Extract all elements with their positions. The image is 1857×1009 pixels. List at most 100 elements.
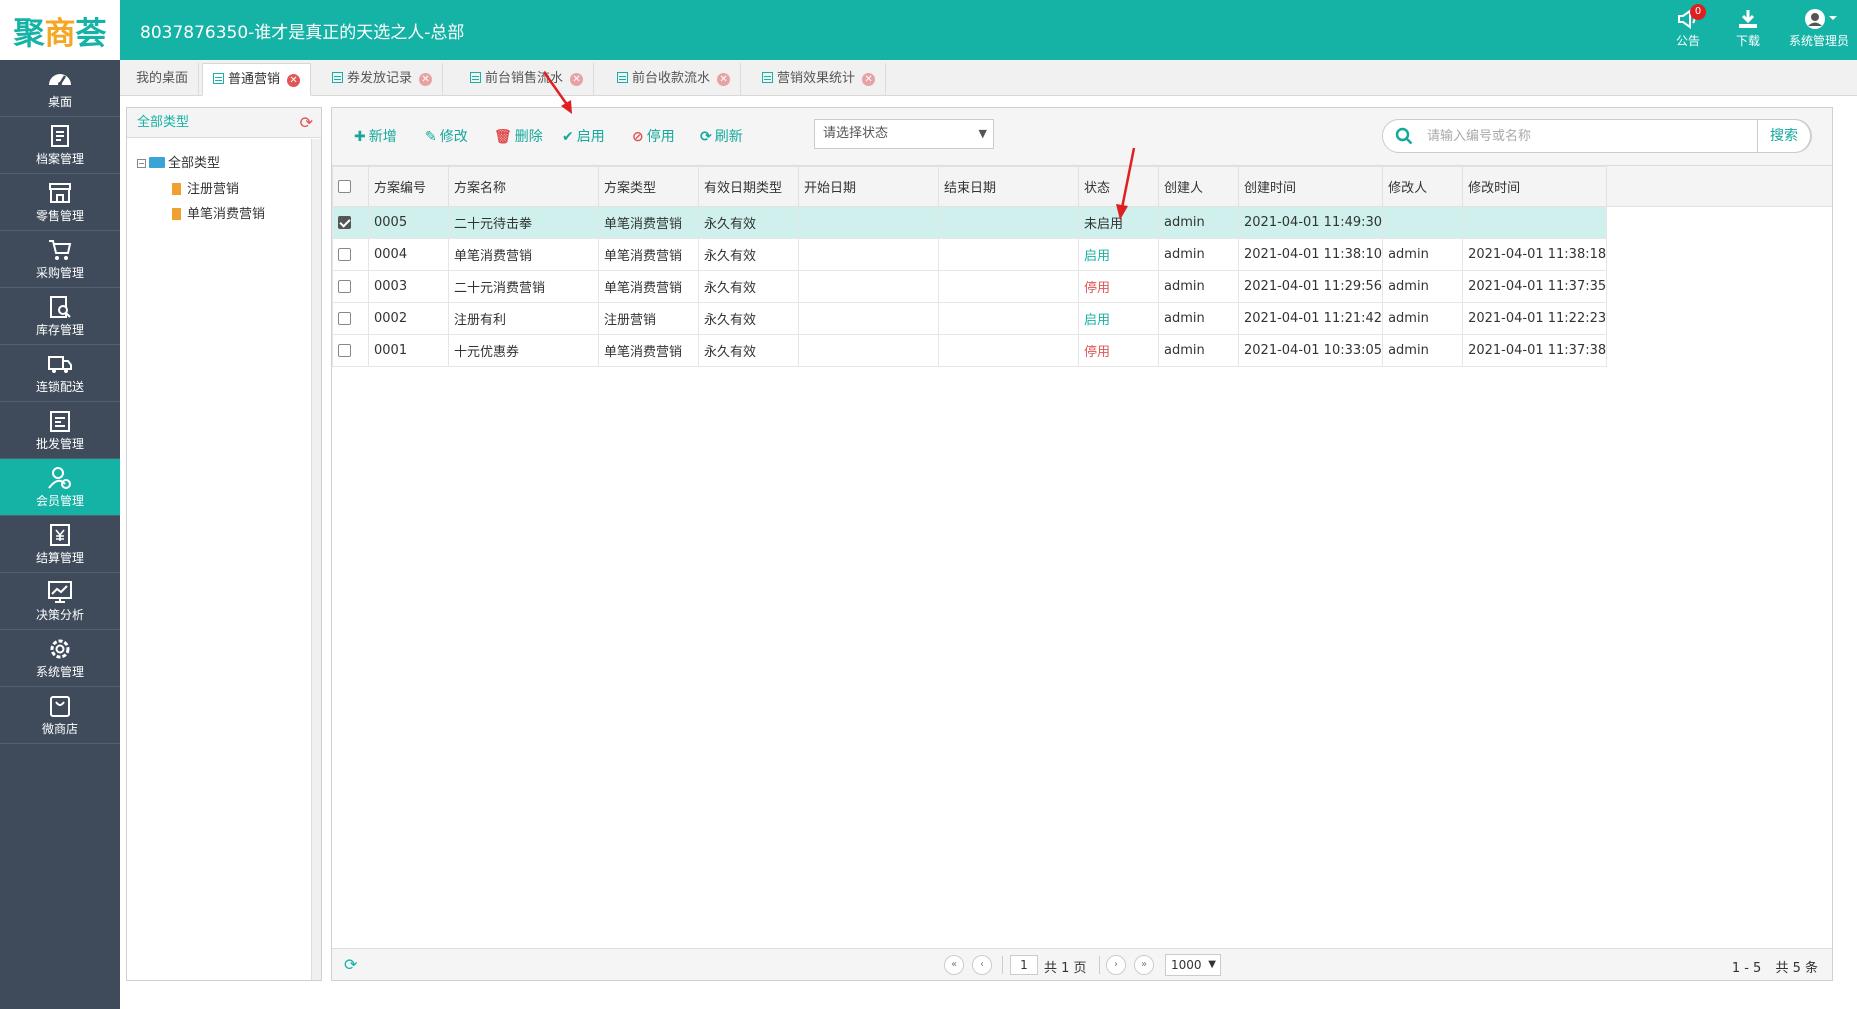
sidebar-item-system[interactable]: 系统管理 [0,630,120,687]
first-page-button[interactable]: « [944,955,964,975]
column-header[interactable]: 方案类型 [598,166,699,207]
shop-bag-icon [50,696,70,717]
next-page-button[interactable]: › [1106,955,1126,975]
notice-button[interactable]: 0 公告 [1658,4,1718,49]
page-size-select[interactable]: 1000 ▼ [1165,954,1221,976]
status-select[interactable]: 请选择状态 ▼ [814,119,994,149]
row-checkbox-cell[interactable] [332,334,369,367]
row-checkbox[interactable] [338,280,351,293]
delete-button[interactable]: 🗑 删除 [494,126,543,146]
sidebar-item-desktop[interactable]: 桌面 [0,60,120,117]
search-input[interactable] [1427,126,1727,146]
tree-scrollbar[interactable] [311,139,321,980]
sidebar-item-purchase[interactable]: 采购管理 [0,231,120,288]
cell-end [938,302,1079,335]
tree-node-register[interactable]: 注册营销 [172,178,239,197]
sidebar-item-settlement[interactable]: 结算管理 [0,516,120,573]
sidebar-item-analysis[interactable]: 决策分析 [0,573,120,630]
column-header[interactable]: 方案编号 [368,166,449,207]
cell-modified [1462,206,1608,239]
sidebar-item-distribution[interactable]: 连锁配送 [0,345,120,402]
cell-type: 单笔消费营销 [598,270,699,303]
tree-header: 全部类型 ⟳ [127,108,321,138]
close-icon[interactable]: ✕ [862,73,876,86]
tab-front-payments[interactable]: 前台收款流水 ✕ [607,63,742,96]
sidebar-item-microshop[interactable]: 微商店 [0,687,120,744]
sidebar-item-label: 库存管理 [35,323,84,337]
row-checkbox-cell[interactable] [332,270,369,303]
tree-header-label: 全部类型 [137,115,190,130]
row-checkbox-cell[interactable] [332,206,369,239]
prev-page-button[interactable]: ‹ [972,955,992,975]
enable-button[interactable]: ✔ 启用 [562,126,605,146]
column-header[interactable]: 创建人 [1158,166,1239,207]
trash-icon: 🗑 [494,129,512,145]
tab-my-desktop[interactable]: 我的桌面 [126,63,200,96]
row-checkbox[interactable] [338,248,351,261]
close-icon[interactable]: ✕ [287,74,301,87]
row-checkbox[interactable] [338,344,351,357]
sidebar-item-inventory[interactable]: 库存管理 [0,288,120,345]
column-header[interactable]: 开始日期 [798,166,939,207]
row-checkbox[interactable] [338,312,351,325]
avatar-icon [1805,9,1837,29]
analysis-icon [48,581,72,603]
app-logo[interactable]: 聚商荟 [0,0,120,60]
collapse-icon[interactable]: − [137,159,146,168]
select-all-cell[interactable] [332,166,369,207]
column-header[interactable]: 结束日期 [938,166,1079,207]
sidebar-item-retail[interactable]: 零售管理 [0,174,120,231]
edit-button[interactable]: ✎ 修改 [425,126,468,146]
logo-text-2: 商 [44,15,76,52]
table-row[interactable]: 0004 单笔消费营销 单笔消费营销 永久有效 启用 admin 2021-04-01 11… [332,238,1608,271]
edit-icon: ✎ [425,129,437,145]
select-all-checkbox[interactable] [338,180,351,193]
column-header[interactable]: 修改时间 [1462,166,1608,207]
refresh-icon[interactable]: ⟳ [300,108,313,138]
add-button[interactable]: ✚ 新增 [354,126,397,146]
tab-normal-marketing[interactable]: 普通营销 ✕ [202,63,312,96]
settlement-icon [50,524,70,546]
row-checkbox-cell[interactable] [332,302,369,335]
row-checkbox[interactable] [338,216,351,229]
search-button[interactable]: 搜索 [1757,119,1811,153]
sidebar-item-wholesale[interactable]: 批发管理 [0,402,120,459]
page-number-input[interactable]: 1 [1010,955,1038,975]
disable-button[interactable]: ⊘ 停用 [632,126,675,146]
close-icon[interactable]: ✕ [419,73,433,86]
refresh-icon[interactable]: ⟳ [344,955,357,974]
table-row[interactable]: 0003 二十元消费营销 单笔消费营销 永久有效 停用 admin 2021-04-01 1… [332,270,1608,303]
last-page-button[interactable]: » [1134,955,1154,975]
column-header[interactable]: 修改人 [1382,166,1464,207]
cart-icon [49,240,72,260]
sidebar-item-member[interactable]: 会员管理 [0,459,120,516]
download-button[interactable]: 下载 [1718,8,1778,49]
table-row[interactable]: 0001 十元优惠券 单笔消费营销 永久有效 停用 admin 2021-04-01 10:… [332,334,1608,367]
pager-divider [1099,956,1100,974]
table-body: 0005 二十元待击拳 单笔消费营销 永久有效 未启用 admin 2021-04-01 1… [332,206,1608,367]
table-row[interactable]: 0002 注册有利 注册营销 永久有效 启用 admin 2021-04-01 11:21:… [332,302,1608,335]
tree-node-single-consume[interactable]: 单笔消费营销 [172,203,265,222]
tab-coupon-records[interactable]: 券发放记录 ✕ [322,63,444,96]
row-checkbox-cell[interactable] [332,238,369,271]
column-header[interactable]: 方案名称 [448,166,599,207]
grid-header-filler [1600,166,1832,207]
close-icon[interactable]: ✕ [717,73,731,86]
cell-name: 二十元待击拳 [448,206,599,239]
inventory-icon [50,296,71,318]
cell-status: 启用 [1078,238,1159,271]
user-menu-button[interactable]: 系统管理员 [1784,8,1854,49]
table-row[interactable]: 0005 二十元待击拳 单笔消费营销 永久有效 未启用 admin 2021-04-01 1… [332,206,1608,239]
sidebar-item-archive[interactable]: 档案管理 [0,117,120,174]
refresh-button[interactable]: ⟳ 刷新 [700,126,743,146]
cell-created: 2021-04-01 11:21:42 [1237,302,1384,335]
column-header[interactable]: 有效日期类型 [698,166,799,207]
record-total: 共 5 条 [1775,961,1818,976]
sidebar-item-label: 结算管理 [35,551,84,565]
check-icon: ✔ [562,129,574,145]
tree-node-root[interactable]: − 全部类型 [137,152,220,171]
ban-icon: ⊘ [632,129,644,145]
sidebar-item-label: 零售管理 [35,209,84,223]
tab-marketing-stats[interactable]: 营销效果统计 ✕ [752,63,887,96]
column-header[interactable]: 创建时间 [1237,166,1384,207]
